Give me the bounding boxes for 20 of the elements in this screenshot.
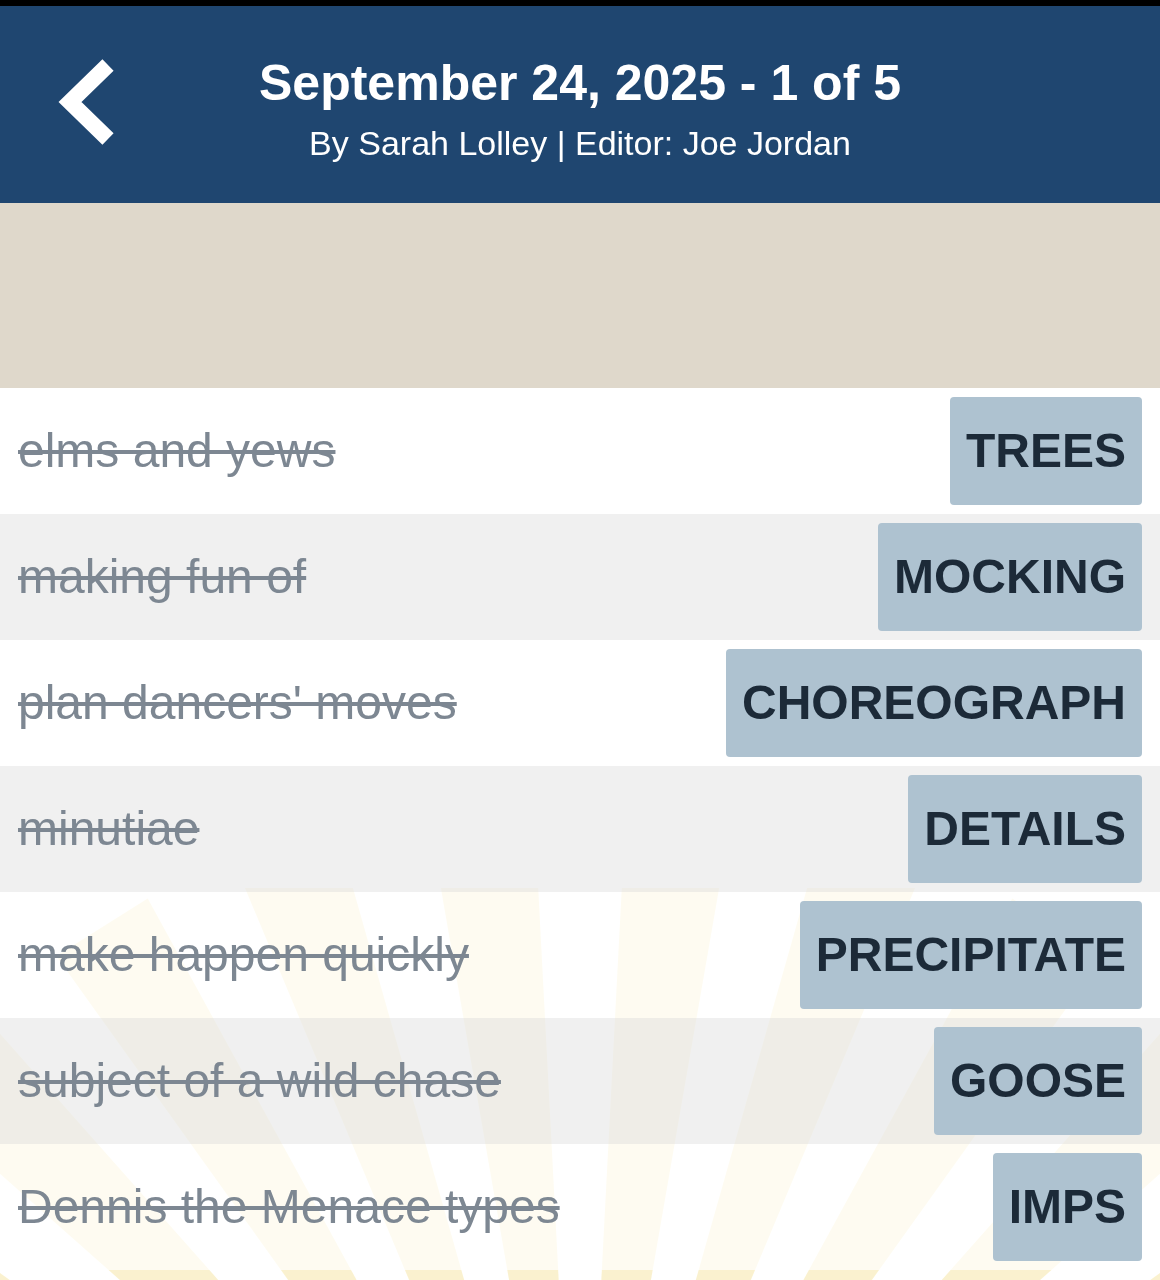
clue-text: make happen quickly	[18, 927, 469, 983]
answer-tag: TREES	[949, 397, 1142, 505]
puzzle-title: September 24, 2025 - 1 of 5	[259, 53, 901, 113]
clue-text: Dennis the Menace types	[18, 1179, 560, 1235]
answer-tag: DETAILS	[908, 775, 1142, 883]
clue-text: plan dancers' moves	[18, 675, 457, 731]
answer-tag: PRECIPITATE	[799, 901, 1142, 1009]
clue-row[interactable]: making fun of MOCKING	[0, 514, 1160, 640]
clue-text: minutiae	[18, 801, 200, 857]
answer-tag: GOOSE	[933, 1027, 1142, 1135]
clue-row[interactable]: Dennis the Menace types IMPS	[0, 1144, 1160, 1270]
answer-tag: CHOREOGRAPH	[725, 649, 1142, 757]
answer-tag: MOCKING	[878, 523, 1142, 631]
answer-tag: IMPS	[992, 1153, 1142, 1261]
clue-row[interactable]: minutiae DETAILS	[0, 766, 1160, 892]
byline: By Sarah Lolley | Editor: Joe Jordan	[309, 122, 851, 164]
clue-text: making fun of	[18, 549, 307, 605]
clue-row[interactable]: subject of a wild chase GOOSE	[0, 1018, 1160, 1144]
clue-text: elms and yews	[18, 423, 336, 479]
clue-text: subject of a wild chase	[18, 1053, 501, 1109]
